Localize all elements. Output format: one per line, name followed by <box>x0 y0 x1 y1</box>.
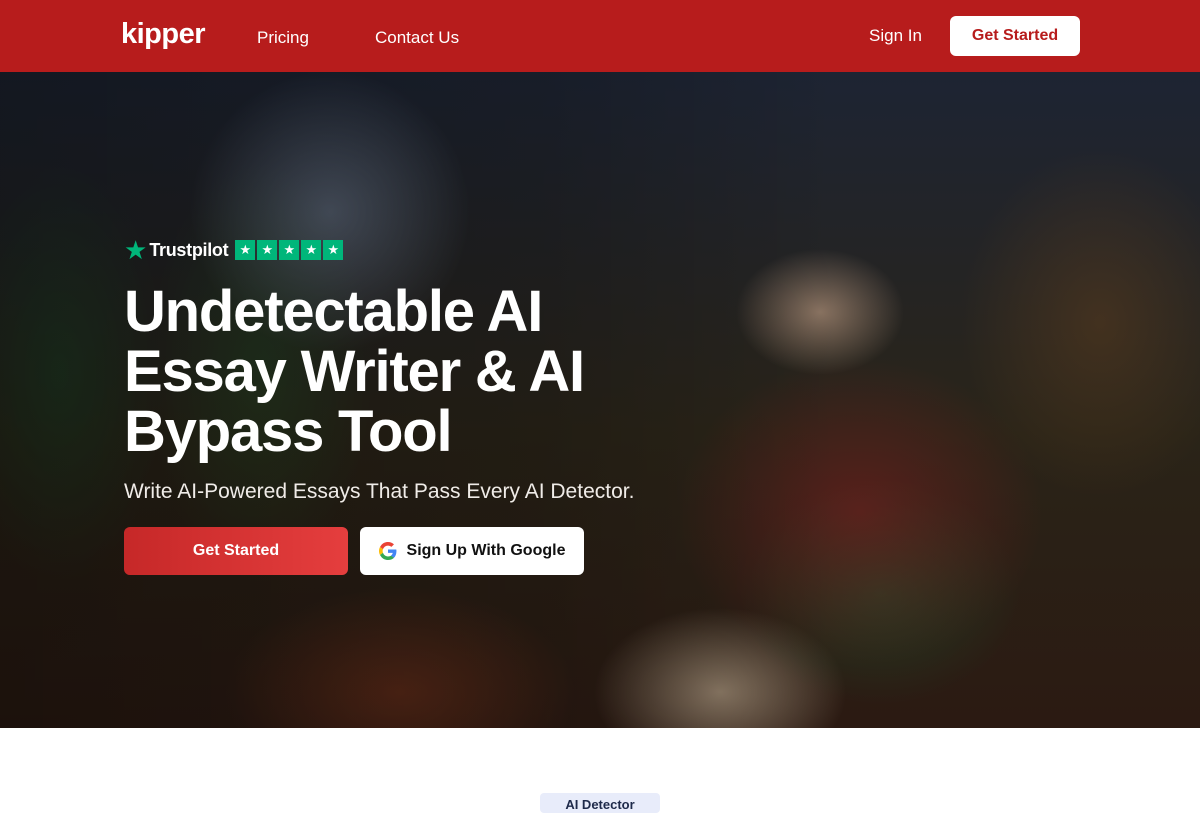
nav-get-started-button[interactable]: Get Started <box>950 16 1080 56</box>
hero-content: ★ Trustpilot ★ ★ ★ ★ ★ Undetectable AI E… <box>124 236 644 575</box>
hero-cta-group: Get Started Sign Up With Google <box>124 527 644 575</box>
rating-star-icon: ★ <box>257 240 278 260</box>
kipper-logo[interactable]: kipper <box>121 18 206 51</box>
rating-star-icon: ★ <box>235 240 256 260</box>
trustpilot-star-icon: ★ <box>124 235 148 265</box>
hero-headline: Undetectable AI Essay Writer & AI Bypass… <box>124 279 585 464</box>
hero-subheadline: Write AI-Powered Essays That Pass Every … <box>124 480 635 503</box>
rating-star-icon: ★ <box>279 240 300 260</box>
top-navbar: kipper Pricing Contact Us Sign In Get St… <box>0 0 1200 72</box>
sign-in-link[interactable]: Sign In <box>869 26 922 46</box>
google-button-label: Sign Up With Google <box>406 542 566 559</box>
trustpilot-label: Trustpilot <box>149 239 229 260</box>
section-badge: AI Detector <box>540 793 660 813</box>
nav-link-pricing[interactable]: Pricing <box>257 28 309 48</box>
hero-section: ★ Trustpilot ★ ★ ★ ★ ★ Undetectable AI E… <box>0 72 1200 728</box>
sign-up-with-google-button[interactable]: Sign Up With Google <box>360 527 584 575</box>
trustpilot-rating[interactable]: ★ Trustpilot ★ ★ ★ ★ ★ <box>124 236 644 264</box>
rating-star-icon: ★ <box>301 240 322 260</box>
nav-link-contact-us[interactable]: Contact Us <box>375 28 459 48</box>
hero-get-started-button[interactable]: Get Started <box>124 527 348 575</box>
rating-star-icon: ★ <box>323 240 344 260</box>
google-g-icon <box>378 542 396 560</box>
